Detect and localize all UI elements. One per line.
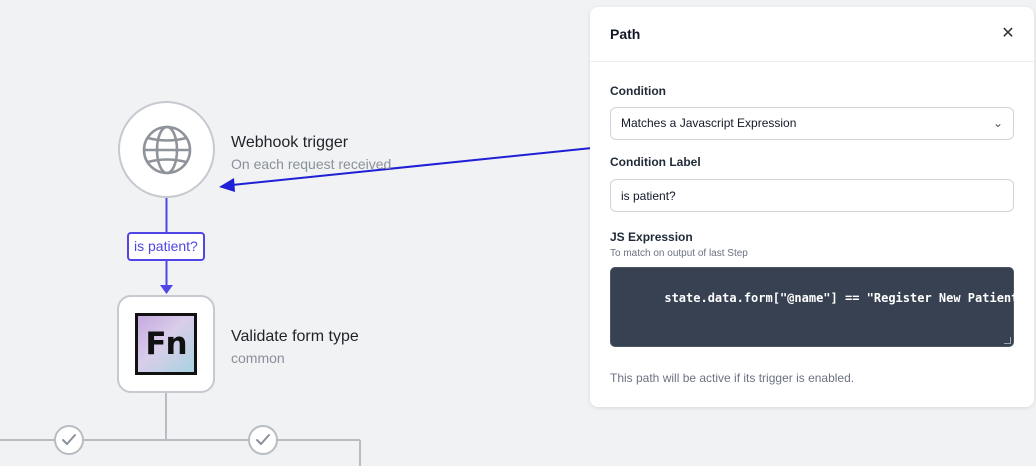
trigger-node[interactable] [118,101,215,198]
edge-label[interactable]: is patient? [127,232,205,261]
chevron-down-icon: ⌄ [992,116,1003,130]
panel-footer-note: This path will be active if its trigger … [610,371,855,385]
js-expression-code: state.data.form["@name"] == "Register Ne… [664,291,1026,305]
condition-select[interactable]: Matches a Javascript Expression ⌄ [610,107,1014,140]
panel-header: Path ✕ [590,7,1034,62]
close-icon[interactable]: ✕ [1000,26,1016,42]
resize-handle[interactable] [1004,337,1011,344]
job-node-subtitle: common [231,350,285,366]
check-icon[interactable] [54,425,84,455]
edge-arrowhead [160,285,173,294]
condition-label: Condition [610,84,666,98]
js-expression-label: JS Expression [610,230,693,244]
js-expression-editor[interactable]: state.data.form["@name"] == "Register Ne… [610,267,1026,347]
job-node-title: Validate form type [231,328,359,345]
panel-title: Path [610,26,641,42]
trigger-node-title: Webhook trigger [231,134,349,151]
fn-logo: Fn [135,313,197,375]
path-panel: Path ✕ Condition Matches a Javascript Ex… [590,7,1034,407]
js-expression-help: To match on output of last Step [610,248,748,259]
condition-label-input[interactable] [610,179,1014,212]
workflow-canvas[interactable]: Webhook trigger On each request received… [0,0,1036,466]
globe-icon [142,125,191,174]
condition-select-value: Matches a Javascript Expression [621,116,797,130]
pointer-arrowhead [219,178,235,192]
job-node[interactable]: Fn [117,295,215,393]
check-icon[interactable] [248,425,278,455]
condition-label-label: Condition Label [610,155,701,169]
trigger-node-subtitle: On each request received [231,156,392,172]
